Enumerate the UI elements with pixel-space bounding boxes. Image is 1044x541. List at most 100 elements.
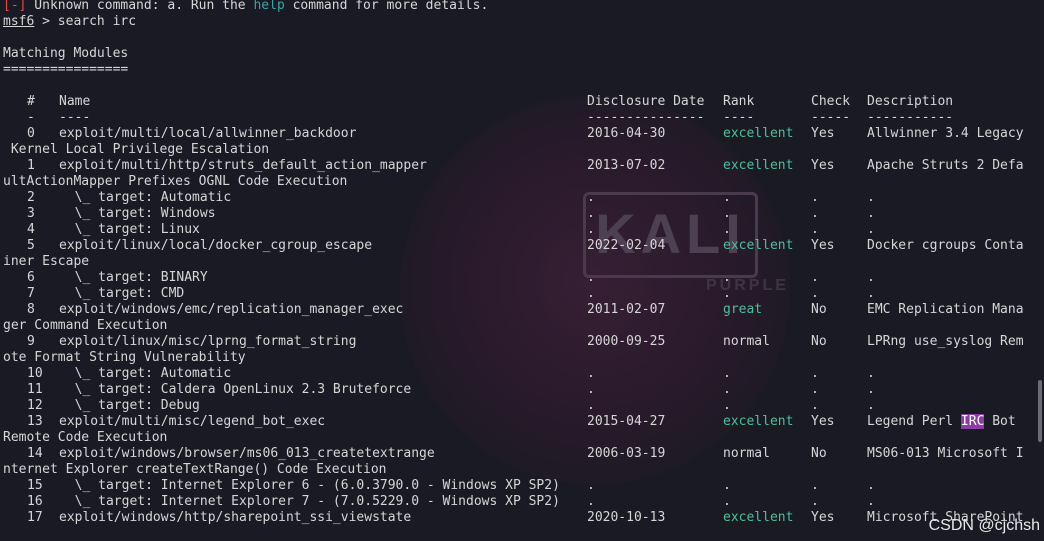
table-row: 3 \_ target: Windows.... xyxy=(3,206,875,222)
disclosure-date: 2022-02-04 xyxy=(587,238,666,253)
rank-value: . xyxy=(723,286,731,301)
check-value: . xyxy=(811,398,819,413)
terminal-scrollbar[interactable] xyxy=(1038,380,1042,442)
disclosure-date: . xyxy=(587,398,595,413)
header-rank: Rank xyxy=(723,94,755,109)
table-row: 4 \_ target: Linux.... xyxy=(3,222,875,238)
module-name[interactable]: exploit/windows/http/sharepoint_ssi_view… xyxy=(59,510,411,526)
row-number: 15 xyxy=(27,478,43,493)
check-value: . xyxy=(811,366,819,381)
rank-value: . xyxy=(723,398,731,413)
disclosure-date: . xyxy=(587,206,595,221)
disclosure-date: 2011-02-07 xyxy=(587,302,666,317)
module-name[interactable]: exploit/multi/local/allwinner_backdoor xyxy=(59,126,356,142)
module-name[interactable]: exploit/linux/local/docker_cgroup_escape xyxy=(59,238,372,254)
section-title: Matching Modules xyxy=(3,46,129,61)
disclosure-date: . xyxy=(587,382,595,397)
table-row: 5 exploit/linux/local/docker_cgroup_escap… xyxy=(3,238,1024,254)
disclosure-date: 2006-03-19 xyxy=(587,446,666,461)
disclosure-date: . xyxy=(587,190,595,205)
check-value: No xyxy=(811,302,827,317)
rank-value: . xyxy=(723,270,731,285)
module-name[interactable]: exploit/windows/emc/replication_manager_… xyxy=(59,302,403,318)
row-number: 12 xyxy=(27,398,43,413)
rank-value: normal xyxy=(723,446,770,461)
section-rule: ================ xyxy=(3,62,129,77)
purple-label-watermark: PURPLE xyxy=(706,277,789,294)
row-number: 14 xyxy=(27,446,43,461)
module-name[interactable]: \_ target: Automatic xyxy=(59,190,232,206)
prompt-name: msf6 xyxy=(3,14,35,29)
module-name[interactable]: \_ target: BINARY xyxy=(59,270,208,286)
disclosure-date: 2020-10-13 xyxy=(587,510,666,525)
disclosure-date: 2016-04-30 xyxy=(587,126,666,141)
header-num: # xyxy=(27,94,35,109)
row-number: 4 xyxy=(27,222,35,237)
module-name[interactable]: \_ target: Windows xyxy=(59,206,216,222)
module-name[interactable]: exploit/multi/misc/legend_bot_exec xyxy=(59,414,325,430)
table-row: 16 \_ target: Internet Explorer 7 - (7.0… xyxy=(3,494,875,510)
module-name[interactable]: exploit/multi/http/struts_default_action… xyxy=(59,158,427,174)
row-number: 10 xyxy=(27,366,43,381)
check-value: Yes xyxy=(811,510,835,525)
table-row: 7 \_ target: CMD.... xyxy=(3,286,875,302)
row-number: 2 xyxy=(27,190,35,205)
rank-value: excellent xyxy=(723,414,794,429)
rank-value: normal xyxy=(723,334,770,349)
module-name[interactable]: \_ target: Linux xyxy=(59,222,200,238)
kali-logo-watermark: KALI xyxy=(583,192,758,278)
disclosure-date: . xyxy=(587,366,595,381)
description: MS06-013 Microsoft I xyxy=(867,446,1024,461)
module-name[interactable]: exploit/windows/browser/ms06_013_createt… xyxy=(59,446,435,462)
description: . xyxy=(867,270,875,285)
rank-value: . xyxy=(723,478,731,493)
table-row: 17 exploit/windows/http/sharepoint_ssi_vi… xyxy=(3,510,1024,526)
table-row: 10 \_ target: Automatic.... xyxy=(3,366,875,382)
rank-value: excellent xyxy=(723,126,794,141)
module-name[interactable]: \_ target: CMD xyxy=(59,286,185,302)
row-number: 7 xyxy=(27,286,35,301)
table-row: 9 exploit/linux/misc/lprng_format_string 2… xyxy=(3,334,1024,350)
check-value: Yes xyxy=(811,238,835,253)
terminal-output: [-] Unknown command: a. Run the help com… xyxy=(3,0,1024,526)
header-description: Description xyxy=(867,94,954,109)
table-row: 14 exploit/windows/browser/ms06_013_creat… xyxy=(3,446,1024,462)
disclosure-date: . xyxy=(587,494,595,509)
rank-value: . xyxy=(723,190,731,205)
module-name[interactable]: \_ target: Debug xyxy=(59,398,200,414)
description: Apache Struts 2 Defa xyxy=(867,158,1024,173)
check-value: Yes xyxy=(811,126,835,141)
description: . xyxy=(867,190,875,205)
description: Legend Perl IRC Bot xyxy=(867,414,1016,429)
module-name[interactable]: \_ target: Caldera OpenLinux 2.3 Brutefo… xyxy=(59,382,412,398)
module-name[interactable]: \_ target: Automatic xyxy=(59,366,232,382)
prompt-command: > search irc xyxy=(34,14,137,29)
table-row: 13 exploit/multi/misc/legend_bot_exec 2015… xyxy=(3,414,1016,430)
header-check: Check xyxy=(811,94,851,109)
rank-value: . xyxy=(723,494,731,509)
check-value: . xyxy=(811,286,819,301)
header-name: Name xyxy=(59,94,91,109)
description-continuation: Remote Code Execution xyxy=(3,430,168,445)
check-value: . xyxy=(811,206,819,221)
row-number: 3 xyxy=(27,206,35,221)
row-number: 0 xyxy=(27,126,35,141)
row-number: 6 xyxy=(27,270,35,285)
disclosure-date: 2013-07-02 xyxy=(587,158,666,173)
row-number: 8 xyxy=(27,302,35,317)
description: LPRng use_syslog Rem xyxy=(867,334,1024,349)
module-name[interactable]: \_ target: Internet Explorer 6 - (6.0.37… xyxy=(59,478,560,494)
description: . xyxy=(867,286,875,301)
row-number: 9 xyxy=(27,334,35,349)
description: . xyxy=(867,478,875,493)
search-highlight: IRC xyxy=(960,414,985,429)
module-name[interactable]: \_ target: Internet Explorer 7 - (7.0.52… xyxy=(59,494,560,510)
module-name[interactable]: exploit/linux/misc/lprng_format_string xyxy=(59,334,356,350)
rank-value: . xyxy=(723,222,731,237)
disclosure-date: . xyxy=(587,222,595,237)
check-value: No xyxy=(811,334,827,349)
rank-value: excellent xyxy=(723,238,794,253)
description-continuation: iner Escape xyxy=(3,254,90,269)
table-row: 15 \_ target: Internet Explorer 6 - (6.0… xyxy=(3,478,875,494)
rank-value: . xyxy=(723,366,731,381)
